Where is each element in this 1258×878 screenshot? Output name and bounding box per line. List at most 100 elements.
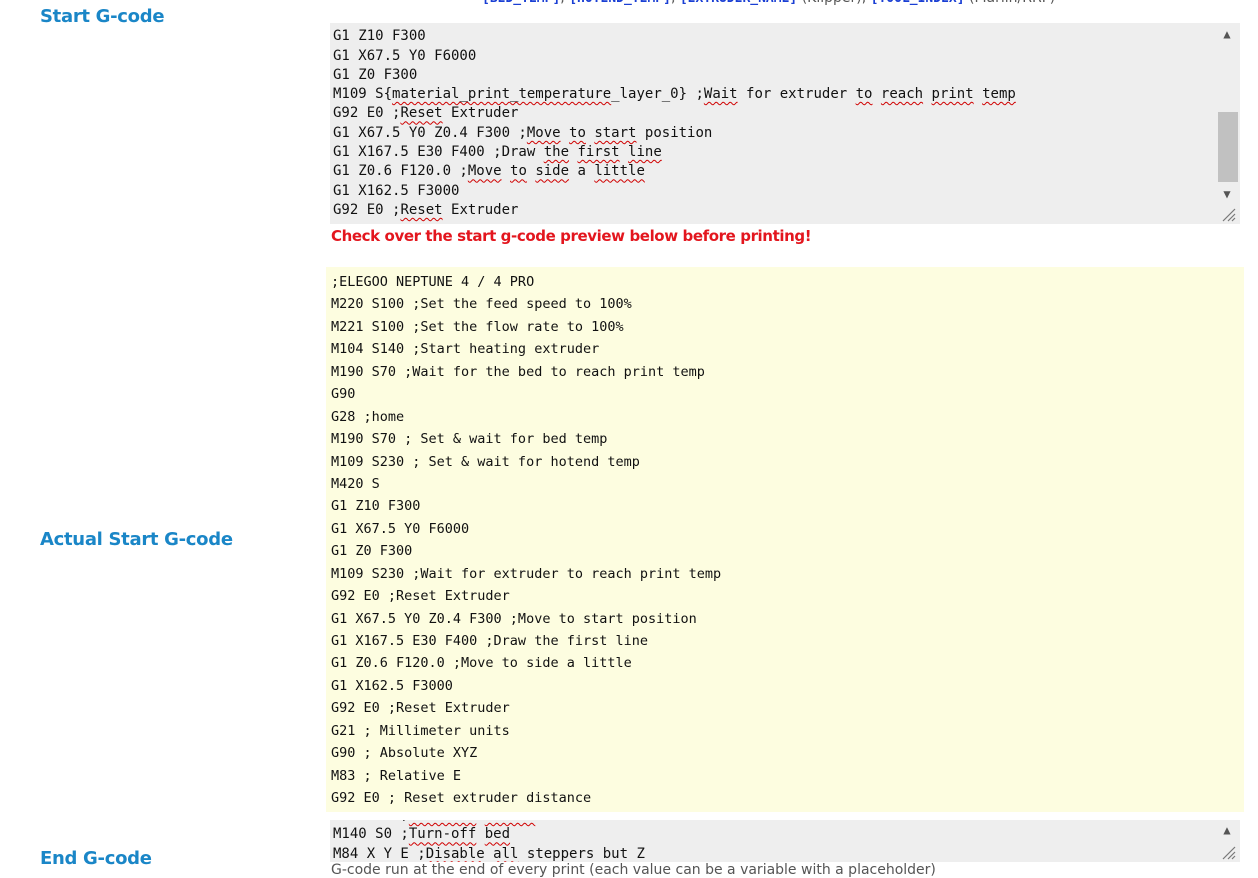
preview-line: G1 Z0 F300	[331, 543, 413, 560]
code-line: G1 X67.5 Y0 F6000	[333, 47, 1016, 66]
preview-line: G28 ;home	[331, 408, 405, 425]
start-gcode-scrollbar[interactable]: ▲ ▼	[1218, 23, 1238, 224]
resize-handle-icon[interactable]	[1220, 206, 1236, 222]
code-text: M84 X Y E ;	[333, 845, 426, 862]
preview-line: M190 S70 ; Set & wait for bed temp	[331, 431, 608, 448]
spellcheck-word: material_print_temperature	[392, 86, 612, 103]
spellcheck-word: bed	[484, 826, 511, 843]
preview-line: G1 Z10 F300	[331, 498, 421, 515]
spellcheck-word: line	[628, 144, 662, 161]
end-gcode-hint: G-code run at the end of every print (ea…	[331, 862, 936, 878]
code-line: G92 E0 ;Reset Extruder	[333, 201, 1016, 220]
preview-line: G92 E0 ;Reset Extruder	[331, 700, 510, 717]
preview-line: G90	[331, 386, 356, 403]
preview-line: G1 X167.5 E30 F400 ;Draw the first line	[331, 633, 648, 649]
spellcheck-word: print	[931, 86, 974, 103]
code-line: G1 X67.5 Y0 Z0.4 F300 ;Move to start pos…	[333, 124, 1016, 143]
preview-line: G92 E0 ;Reset Extruder	[331, 588, 510, 605]
preview-line: G1 X162.5 F3000	[331, 677, 453, 694]
spellcheck-word: Reset	[400, 105, 443, 122]
code-text: G1 Z10 F300	[333, 28, 426, 45]
scroll-up-icon[interactable]: ▲	[1220, 27, 1234, 41]
variable-token: [BED_TEMP]	[482, 0, 560, 6]
code-text: Extruder	[442, 105, 519, 122]
preview-line: M104 S140 ;Start heating extruder	[331, 341, 600, 358]
start-gcode-label: Start G-code	[40, 6, 165, 27]
spellcheck-word: Move	[526, 124, 561, 141]
code-text: M140 S0 ;	[333, 826, 409, 843]
preview-line: G90 ; Absolute XYZ	[331, 745, 478, 762]
code-text: a	[569, 163, 595, 180]
code-line: G1 Z0 F300	[333, 66, 1016, 85]
preview-line: M221 S100 ;Set the flow rate to 100%	[331, 318, 624, 335]
hint-text: ,	[671, 0, 680, 6]
code-text: G92 E0 ;	[333, 201, 401, 218]
code-text: G1 X67.5 Y0 F6000	[333, 47, 477, 64]
scroll-down-icon[interactable]: ▼	[1220, 187, 1234, 201]
resize-handle-icon[interactable]	[1220, 844, 1236, 860]
spellcheck-word: the	[543, 144, 570, 161]
code-line: M84 X Y E ;Disable all steppers but Z	[333, 845, 645, 862]
start-gcode-textarea[interactable]: M420 S G1 Z10 F300 G1 X67.5 Y0 F6000 G1 Z0 …	[330, 23, 1240, 224]
variable-token: [TOOL_INDEX]	[871, 0, 965, 6]
end-gcode-textarea[interactable]: M104 S0 ;Turn-off hotendM140 S0 ;Turn-of…	[330, 820, 1240, 862]
spellcheck-word: Move	[467, 163, 502, 180]
spellcheck-word: start	[594, 124, 637, 141]
scroll-up-icon[interactable]: ▲	[1220, 823, 1234, 837]
preview-line: M420 S	[331, 475, 380, 492]
spellcheck-word: to	[510, 163, 527, 180]
code-text: G1 Z0.6 F120.0 ;	[333, 163, 468, 180]
spellcheck-word: reach	[880, 86, 924, 103]
actual-start-gcode-label: Actual Start G-code	[40, 529, 233, 550]
spellcheck-word: Turn-off	[409, 820, 476, 823]
preview-line: G21 ; Millimeter units	[331, 722, 510, 739]
spellcheck-word: little	[594, 163, 645, 180]
scroll-thumb[interactable]	[1218, 112, 1238, 182]
spellcheck-word: to	[569, 124, 586, 141]
code-text: M420 S	[333, 23, 384, 25]
preview-line: G92 E0 ; Reset extruder distance	[331, 790, 592, 807]
code-text: position	[636, 124, 713, 141]
code-text: G1 X67.5 Y0 Z0.4 F300 ;	[333, 124, 527, 141]
preview-line: G1 X67.5 Y0 F6000	[331, 520, 470, 537]
spellcheck-word: Turn-off	[408, 826, 477, 843]
code-text: M109 S{	[333, 86, 393, 103]
hint-text: (Klipper),	[797, 0, 870, 6]
code-line: G1 Z10 F300	[333, 27, 1016, 46]
preview-line: M190 S70 ;Wait for the bed to reach prin…	[331, 363, 705, 380]
preview-line: M109 S230 ;Wait for extruder to reach pr…	[331, 565, 722, 582]
spellcheck-word: hotend	[485, 820, 536, 823]
preview-line: G1 Z0.6 F120.0 ;Move to side a little	[331, 655, 632, 672]
spellcheck-word: temp	[982, 86, 1016, 103]
spellcheck-word: side	[535, 163, 570, 180]
spellcheck-word: first	[577, 144, 620, 161]
code-text: G1 X162.5 F3000	[333, 182, 460, 199]
spellcheck-word: Reset	[400, 201, 443, 218]
preview-line: G1 X67.5 Y0 Z0.4 F300 ;Move to start pos…	[331, 610, 697, 627]
code-text: steppers but Z	[518, 845, 645, 862]
code-line: G1 X162.5 F3000	[333, 182, 1016, 201]
preview-line: M83 ; Relative E	[331, 767, 462, 784]
code-line: G1 Z0.6 F120.0 ;Move to side a little	[333, 162, 1016, 181]
spellcheck-word: to	[855, 86, 873, 103]
hint-text: (Marlin/RRF)	[965, 0, 1055, 6]
variable-token: [EXTRUDER_NAME]	[680, 0, 797, 6]
variables-hint: [BED_TEMP], [HOTEND_TEMP], [EXTRUDER_NAM…	[482, 0, 1055, 6]
preview-warning: Check over the start g-code preview belo…	[331, 227, 812, 245]
preview-line: M220 S100 ;Set the feed speed to 100%	[331, 296, 632, 313]
variable-token: [HOTEND_TEMP]	[569, 0, 671, 6]
spellcheck-word: Disable	[425, 845, 485, 862]
code-text: for extruder	[737, 86, 856, 103]
start-gcode-preview: ;ELEGOO NEPTUNE 4 / 4 PRO M220 S100 ;Set …	[326, 267, 1244, 812]
code-line: G92 E0 ;Reset Extruder	[333, 104, 1016, 123]
code-text: M104 S0 ;	[333, 820, 409, 823]
